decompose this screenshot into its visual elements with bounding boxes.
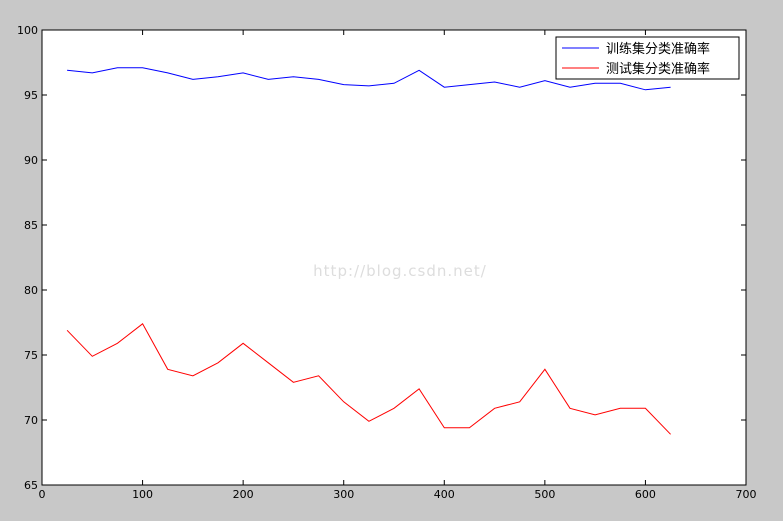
legend-label-2: 测试集分类准确率	[606, 61, 710, 77]
x-tick-label: 500	[534, 488, 555, 501]
x-tick-label: 200	[233, 488, 254, 501]
x-tick-label: 700	[736, 488, 757, 501]
y-tick-label: 100	[17, 24, 38, 37]
y-tick-label: 70	[24, 414, 38, 427]
x-tick-label: 100	[132, 488, 153, 501]
y-tick-label: 65	[24, 479, 38, 492]
legend: 训练集分类准确率测试集分类准确率	[555, 36, 740, 80]
y-tick-label: 95	[24, 89, 38, 102]
x-tick-label: 0	[39, 488, 46, 501]
y-tick-label: 80	[24, 284, 38, 297]
legend-label-1: 训练集分类准确率	[606, 41, 710, 57]
y-tick-label: 85	[24, 219, 38, 232]
x-tick-label: 400	[434, 488, 455, 501]
y-tick-label: 90	[24, 154, 38, 167]
x-tick-label: 600	[635, 488, 656, 501]
y-tick-label: 75	[24, 349, 38, 362]
x-tick-label: 300	[333, 488, 354, 501]
plot-area	[41, 29, 747, 486]
watermark-text: http://blog.csdn.net/	[313, 262, 487, 280]
line-chart-figure: http://blog.csdn.net/ 0 100 200 300 400 500 60…	[17, 24, 757, 501]
